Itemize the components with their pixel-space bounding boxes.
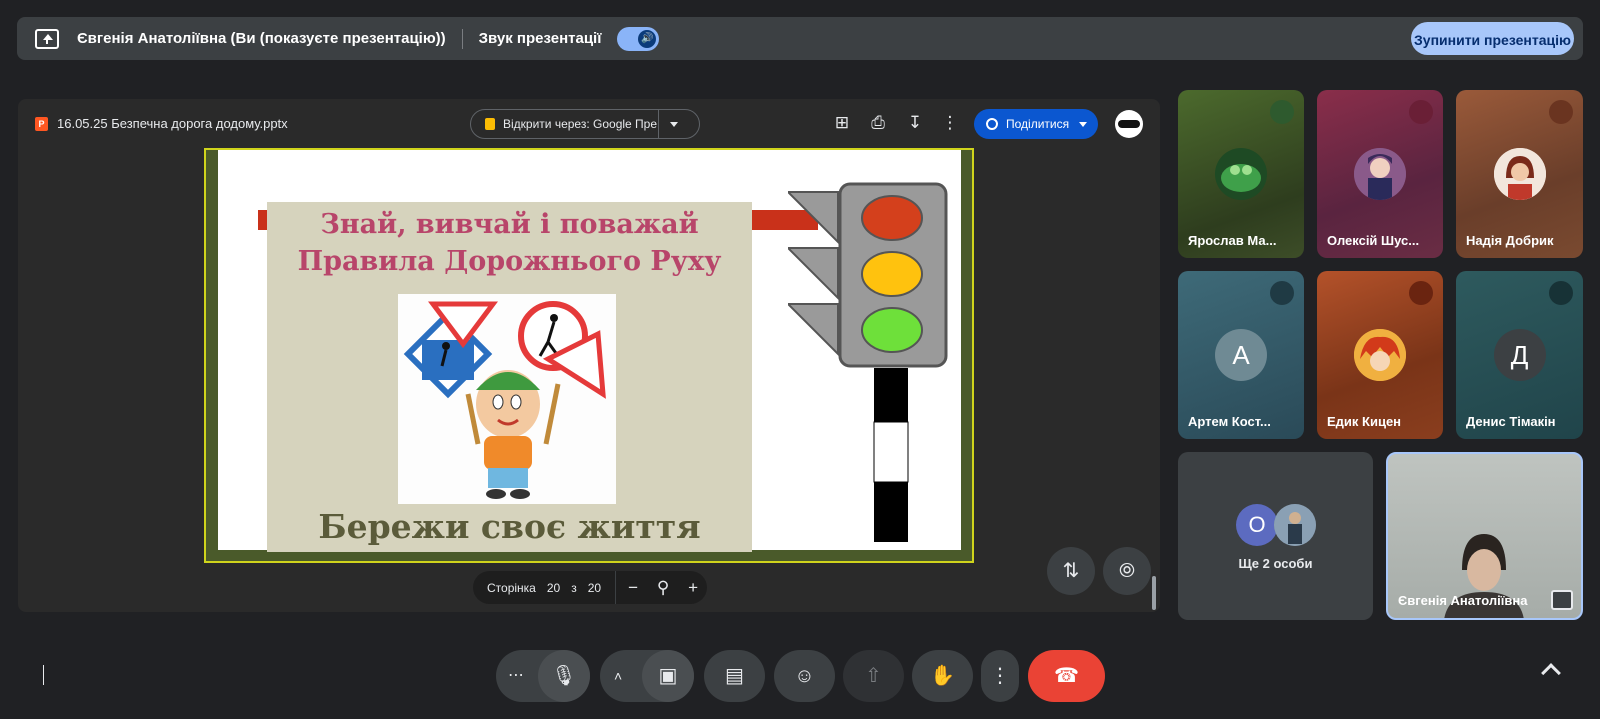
mic-off-icon [1549,281,1573,305]
download-icon[interactable]: ↧ [905,113,925,133]
file-name: 16.05.25 Безпечна дорога додому.pptx [57,116,288,131]
mic-off-icon [1549,100,1573,124]
globe-icon [986,118,998,130]
page-navigator: Сторінка 20 з 20 − ⚲ + [473,571,707,604]
slide-title-line2: Правила Дорожнього Руху [297,246,722,277]
avatar: О [1236,504,1278,546]
zoom-out-icon[interactable]: − [620,578,646,598]
present-screen-icon [35,28,59,49]
zoom-icon[interactable]: ⚲ [650,578,676,598]
raise-hand-button[interactable]: ✋ [912,650,973,702]
add-comment-icon[interactable]: ⊞ [832,113,852,133]
participant-tile[interactable]: А Артем Кост... [1178,271,1304,439]
more-participants-label: Ще 2 особи [1238,556,1313,571]
mic-off-icon [1409,281,1433,305]
share-label: Поділитися [1006,117,1070,131]
end-call-icon: ☎ [1054,665,1079,687]
self-name: Євгенія Анатоліївна [1398,593,1528,608]
avatar [1354,148,1406,200]
participant-tile[interactable]: Надія Добрик [1456,90,1583,258]
avatar [1215,148,1267,200]
present-button[interactable]: ⇧ [843,650,904,702]
print-icon[interactable]: ⎙ [868,113,888,133]
participant-tile[interactable]: Олексій Шус... [1317,90,1443,258]
captions-button[interactable]: ▤ [704,650,765,702]
mic-off-icon [1270,281,1294,305]
participant-tile[interactable]: Едик Кицен [1317,271,1443,439]
reactions-button[interactable]: ☺ [774,650,835,702]
current-page[interactable]: 20 [547,581,560,595]
present-screen-icon: ⇧ [865,665,882,687]
divider [461,28,463,49]
speaker-icon: 🔊 [638,29,657,48]
avatar: А [1215,329,1267,381]
presenting-bar: Євгенія Анатоліївна (Ви (показуєте презе… [17,17,1583,60]
presenter-label: Євгенія Анатоліївна (Ви (показуєте презе… [77,30,446,47]
participant-name: Олексій Шус... [1327,233,1420,248]
avatar [1354,329,1406,381]
more-options-button[interactable]: ⋮ [981,650,1019,702]
more-participants-tile[interactable]: О Ще 2 особи [1178,452,1373,620]
chevron-up-icon[interactable] [1541,663,1561,683]
camera-icon[interactable]: ▣ [642,650,694,702]
share-node-icon[interactable]: ⦾ [1103,547,1151,595]
chevron-down-icon[interactable] [670,121,678,127]
pptx-file-icon: P [35,117,48,131]
more-vert-icon: ⋮ [990,665,1010,687]
participant-name: Ярослав Ма... [1188,233,1277,248]
chevron-down-icon[interactable] [1079,121,1088,127]
mic-off-icon [1409,100,1433,124]
avatar [1274,504,1316,546]
page-word: Сторінка [487,580,536,595]
presentation-sound-label: Звук презентації [478,30,602,47]
stop-presenting-button[interactable]: Зупинити презентацію [1411,22,1574,55]
slide-card: Знай, вивчай і поважай Правила Дорожньог… [267,202,752,552]
presentation-sound-toggle[interactable]: 🔊 [617,26,660,51]
presentation-toolbar: P 16.05.25 Безпечна дорога додому.pptx В… [18,99,1160,149]
slide-title: Знай, вивчай і поважай Правила Дорожньог… [267,206,752,280]
microphone-icon[interactable]: 🎙 [538,650,590,702]
self-view-tile[interactable]: Євгенія Анатоліївна [1386,452,1583,620]
total-pages: 20 [587,580,602,595]
participant-name: Денис Тімакін [1466,414,1556,429]
avatar [1493,148,1546,200]
emoji-icon: ☺ [794,665,815,687]
participant-name: Надія Добрик [1466,233,1554,248]
account-avatar[interactable] [1115,110,1143,138]
of-word: з [571,580,577,595]
participant-name: Едик Кицен [1327,414,1402,429]
avatar: Д [1493,329,1546,381]
scrollbar[interactable] [1152,576,1156,610]
captions-icon: ▤ [725,665,744,687]
audio-settings-button[interactable]: ⋯ 🎙 [496,650,590,702]
chevron-up-icon: ˄ [614,668,623,684]
participant-name: Артем Кост... [1188,414,1271,429]
leave-call-button[interactable]: ☎ [1028,650,1105,702]
divider [658,109,659,139]
mic-off-icon [1270,100,1294,124]
presentation-panel: P 16.05.25 Безпечна дорога додому.pptx В… [18,99,1160,612]
slide-title-line1: Знай, вивчай і поважай [320,209,699,240]
slide-footer-text: Бережи своє життя [318,507,701,546]
participant-tile[interactable]: Ярослав Ма... [1178,90,1304,258]
hand-icon: ✋ [930,665,955,687]
meeting-time [43,665,44,685]
slide-view: Знай, вивчай і поважай Правила Дорожньог… [204,148,974,563]
google-slides-icon [485,118,495,130]
divider [615,571,617,604]
picture-in-picture-icon[interactable] [1551,590,1573,610]
zoom-in-icon[interactable]: + [680,578,706,598]
share-button[interactable]: Поділитися [974,109,1098,139]
open-with-button[interactable]: Відкрити через: Google Пре... [470,109,700,139]
video-settings-button[interactable]: ˄ ▣ [600,650,694,702]
traffic-light-illustration [788,182,948,542]
swap-layout-icon[interactable]: ⇅ [1047,547,1095,595]
more-vert-icon[interactable]: ⋮ [940,113,960,133]
slide-canvas: Знай, вивчай і поважай Правила Дорожньог… [218,150,961,552]
participant-tile[interactable]: Д Денис Тімакін [1456,271,1583,439]
open-with-label: Відкрити через: Google Пре... [503,117,658,131]
more-horiz-icon: ⋯ [508,667,524,684]
road-signs-illustration [398,294,616,504]
